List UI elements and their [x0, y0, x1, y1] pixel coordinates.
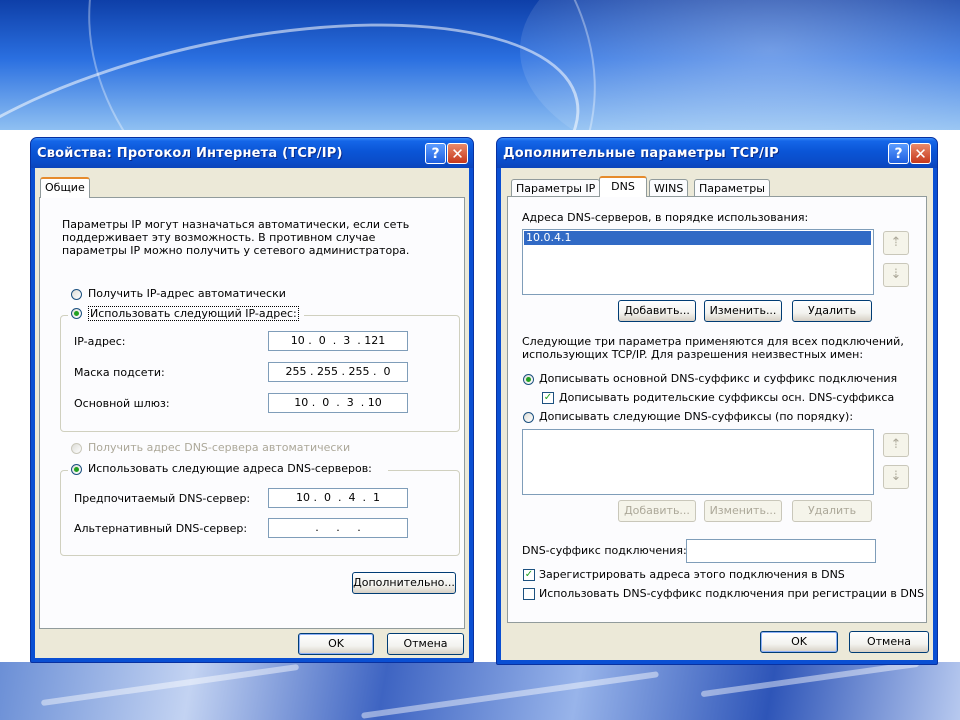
subnet-mask-field[interactable]: 255 . 255 . 255 . 0: [268, 362, 408, 382]
decorative-streak: [361, 671, 659, 719]
title-bar[interactable]: Дополнительные параметры TCP/IP ? ✕: [497, 138, 937, 168]
delete-suffix-button[interactable]: Удалить: [792, 500, 872, 522]
ip-address-label: IP-адрес:: [74, 335, 126, 348]
register-checkbox[interactable]: ✓: [523, 569, 535, 581]
auto-dns-label: Получить адрес DNS-сервера автоматически: [88, 441, 351, 454]
dns-tab-panel: Адреса DNS-серверов, в порядке использов…: [507, 196, 927, 623]
tab-ip-settings[interactable]: Параметры IP: [511, 179, 601, 197]
add-button[interactable]: Добавить...: [618, 300, 696, 322]
auto-dns-radio[interactable]: [71, 443, 82, 454]
window-title: Дополнительные параметры TCP/IP: [503, 146, 779, 161]
manual-ip-label: Использовать следующий IP-адрес:: [88, 306, 299, 321]
title-bar[interactable]: Свойства: Протокол Интернета (TCP/IP) ? …: [31, 138, 473, 168]
info-text: Следующие три параметра применяются для …: [522, 335, 904, 361]
advanced-tcpip-window: Дополнительные параметры TCP/IP ? ✕ Пара…: [496, 137, 938, 665]
manual-dns-label: Использовать следующие адреса DNS-сервер…: [88, 462, 372, 475]
primary-suffix-radio[interactable]: [523, 374, 534, 385]
close-button[interactable]: ✕: [910, 143, 931, 164]
preferred-dns-label: Предпочитаемый DNS-сервер:: [74, 492, 251, 505]
alternate-dns-field[interactable]: . . .: [268, 518, 408, 538]
alternate-dns-label: Альтернативный DNS-сервер:: [74, 522, 248, 535]
cancel-button[interactable]: Отмена: [849, 631, 929, 653]
decorative-glow: [520, 0, 960, 130]
window-client: Параметры IP DNS WINS Параметры Адреса D…: [501, 168, 933, 660]
auto-ip-radio[interactable]: [71, 289, 82, 300]
tcpip-properties-window: Свойства: Протокол Интернета (TCP/IP) ? …: [30, 137, 474, 663]
move-up-button[interactable]: ⇡: [883, 231, 909, 255]
cancel-button[interactable]: Отмена: [387, 633, 464, 655]
desktop-background-top: [0, 0, 960, 130]
tab-general[interactable]: Общие: [40, 177, 90, 198]
dns-list-label: Адреса DNS-серверов, в порядке использов…: [522, 211, 809, 224]
tab-dns[interactable]: DNS: [599, 176, 647, 197]
use-suffix-checkbox[interactable]: [523, 588, 535, 600]
default-gateway-field[interactable]: 10 . 0 . 3 . 10: [268, 393, 408, 413]
help-button[interactable]: ?: [888, 143, 909, 164]
decorative-streak: [700, 662, 920, 698]
tab-options[interactable]: Параметры: [694, 179, 770, 197]
delete-button[interactable]: Удалить: [792, 300, 872, 322]
general-tab-panel: Параметры IP могут назначаться автоматич…: [39, 197, 465, 629]
advanced-button[interactable]: Дополнительно...: [352, 572, 456, 594]
use-suffix-label: Использовать DNS-суффикс подключения при…: [539, 587, 925, 600]
desktop-background-bottom: [0, 662, 960, 720]
tab-wins[interactable]: WINS: [649, 179, 689, 197]
manual-dns-radio[interactable]: [71, 464, 82, 475]
following-suffixes-label: Дописывать следующие DNS-суффиксы (по по…: [539, 410, 854, 423]
parent-suffix-label: Дописывать родительские суффиксы осн. DN…: [559, 391, 895, 404]
auto-ip-label: Получить IP-адрес автоматически: [88, 287, 286, 300]
parent-suffix-checkbox[interactable]: ✓: [542, 392, 554, 404]
preferred-dns-field[interactable]: 10 . 0 . 4 . 1: [268, 488, 408, 508]
move-up-button[interactable]: ⇡: [883, 433, 909, 457]
manual-dns-group: [60, 470, 460, 556]
register-label: Зарегистрировать адреса этого подключени…: [539, 568, 845, 581]
description-text: Параметры IP могут назначаться автоматич…: [62, 218, 410, 257]
close-button[interactable]: ✕: [447, 143, 468, 164]
window-title: Свойства: Протокол Интернета (TCP/IP): [37, 146, 343, 161]
move-down-button[interactable]: ⇣: [883, 263, 909, 287]
dns-server-list[interactable]: 10.0.4.1: [522, 229, 874, 295]
ip-address-field[interactable]: 10 . 0 . 3 . 121: [268, 331, 408, 351]
edit-button[interactable]: Изменить...: [704, 300, 782, 322]
list-item[interactable]: 10.0.4.1: [524, 231, 871, 245]
move-down-button[interactable]: ⇣: [883, 465, 909, 489]
subnet-mask-label: Маска подсети:: [74, 366, 165, 379]
primary-suffix-label: Дописывать основной DNS-суффикс и суффик…: [539, 372, 898, 385]
decorative-streak: [40, 663, 300, 707]
edit-suffix-button[interactable]: Изменить...: [704, 500, 782, 522]
ok-button[interactable]: OK: [760, 631, 838, 653]
help-button[interactable]: ?: [425, 143, 446, 164]
dns-suffix-list[interactable]: [522, 429, 874, 495]
suffix-input[interactable]: [686, 539, 876, 563]
manual-ip-radio[interactable]: [71, 308, 82, 319]
ok-button[interactable]: OK: [298, 633, 374, 655]
add-suffix-button[interactable]: Добавить...: [618, 500, 696, 522]
default-gateway-label: Основной шлюз:: [74, 397, 170, 410]
following-suffixes-radio[interactable]: [523, 412, 534, 423]
window-client: Общие Параметры IP могут назначаться авт…: [35, 168, 469, 658]
suffix-label: DNS-суффикс подключения:: [522, 544, 687, 557]
